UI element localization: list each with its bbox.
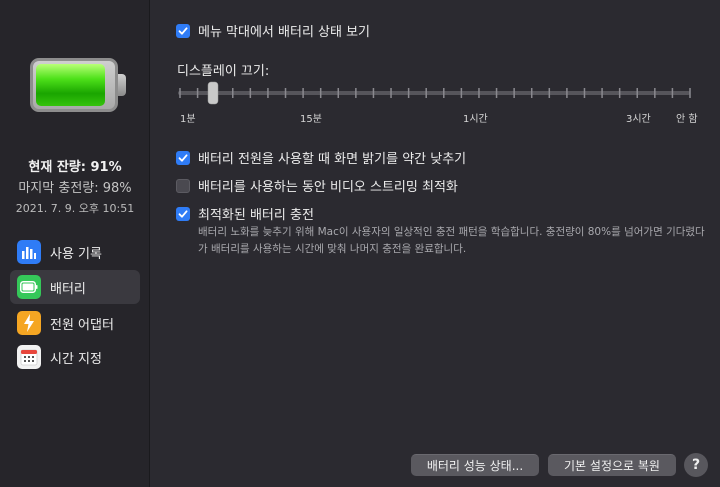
display-off-label: 디스플레이 끄기:	[177, 64, 270, 79]
sidebar-item-label: 배터리	[50, 281, 86, 297]
slider-tick	[618, 88, 621, 98]
slider-tick	[267, 88, 269, 98]
slider-tick	[319, 88, 322, 98]
slider-tick	[671, 88, 674, 98]
slider-tick	[583, 88, 586, 98]
show-in-menu-bar-checkbox[interactable]	[176, 23, 190, 38]
sidebar-item-battery[interactable]: 배터리	[10, 270, 140, 304]
tick-label-3hours: 3시간	[626, 114, 651, 125]
slider-track[interactable]	[178, 91, 690, 95]
slider-tick	[460, 88, 463, 98]
tick-label-never: 안 함	[676, 114, 698, 125]
optimize-video-checkbox[interactable]	[176, 178, 190, 193]
sidebar: 현재 잔량: 91% 마지막 충전량: 98% 2021. 7. 9. 오후 1…	[0, 0, 150, 487]
slider-tick	[548, 88, 551, 98]
checkmark-icon	[178, 26, 188, 35]
slider-tick	[179, 88, 181, 98]
tick-label-15min: 15분	[300, 114, 322, 125]
optimized-charging-checkbox[interactable]	[176, 206, 190, 221]
slider-tick	[654, 88, 656, 98]
last-charge-date: 2021. 7. 9. 오후 10:51	[15, 202, 135, 215]
slider-tick	[390, 88, 392, 98]
slider-tick	[355, 88, 357, 98]
battery-fill	[36, 64, 106, 106]
show-in-menu-bar-label: 메뉴 막대에서 배터리 상태 보기	[198, 25, 371, 40]
slider-tick	[407, 88, 410, 98]
slider-tick	[689, 88, 691, 98]
slider-thumb[interactable]	[207, 81, 219, 105]
optimized-charging-label: 최적화된 배터리 충전	[198, 208, 314, 223]
battery-body	[30, 58, 118, 112]
battery-icon	[17, 275, 41, 299]
slider-tick	[284, 88, 287, 98]
slider-tick	[214, 88, 216, 98]
dim-display-checkbox[interactable]	[176, 150, 190, 165]
sidebar-item-label: 전원 어댑터	[50, 317, 114, 333]
optimize-video-row[interactable]: 배터리를 사용하는 동안 비디오 스트리밍 최적화	[176, 176, 458, 195]
tick-label-1hour: 1시간	[463, 114, 488, 125]
slider-tick	[425, 88, 427, 98]
checkmark-icon	[178, 153, 188, 162]
slider-tick	[566, 88, 568, 98]
lightning-icon	[17, 311, 41, 335]
optimized-charging-description: 배터리 노화를 늦추기 위해 Mac이 사용자의 일상적인 충전 패턴을 학습합…	[198, 226, 705, 255]
slider-tick	[601, 88, 603, 98]
current-charge: 현재 잔량: 91%	[28, 160, 122, 175]
slider-tick	[302, 88, 304, 98]
slider-ticks	[179, 88, 691, 98]
checkmark-icon	[178, 209, 188, 218]
slider-tick	[443, 88, 445, 98]
battery-level-graphic	[30, 58, 130, 112]
slider-tick	[636, 88, 638, 98]
sidebar-item-label: 시간 지정	[50, 351, 102, 367]
sidebar-item-label: 사용 기록	[50, 246, 102, 262]
bar-chart-icon	[17, 240, 41, 264]
dim-display-row[interactable]: 배터리 전원을 사용할 때 화면 밝기를 약간 낮추기	[176, 148, 466, 167]
slider-tick	[232, 88, 234, 98]
restore-defaults-button[interactable]: 기본 설정으로 복원	[548, 454, 676, 476]
tick-label-1min: 1분	[180, 114, 196, 125]
optimized-charging-row[interactable]: 최적화된 배터리 충전	[176, 204, 314, 223]
slider-tick	[372, 88, 375, 98]
optimize-video-label: 배터리를 사용하는 동안 비디오 스트리밍 최적화	[198, 180, 458, 195]
slider-tick	[337, 88, 340, 98]
battery-terminal	[118, 74, 126, 96]
calendar-icon	[17, 345, 41, 369]
slider-tick	[495, 88, 498, 98]
slider-tick	[530, 88, 533, 98]
battery-health-button[interactable]: 배터리 성능 상태...	[411, 454, 539, 476]
slider-tick	[249, 88, 252, 98]
sidebar-item-power-adapter[interactable]: 전원 어댑터	[10, 306, 140, 340]
slider-tick	[513, 88, 515, 98]
sidebar-item-usage-history[interactable]: 사용 기록	[10, 235, 140, 269]
show-in-menu-bar-row[interactable]: 메뉴 막대에서 배터리 상태 보기	[176, 21, 370, 40]
sidebar-item-schedule[interactable]: 시간 지정	[10, 340, 140, 374]
slider-tick	[196, 88, 199, 98]
slider-tick	[478, 88, 480, 98]
dim-display-label: 배터리 전원을 사용할 때 화면 밝기를 약간 낮추기	[198, 152, 467, 167]
last-charge: 마지막 충전량: 98%	[18, 181, 132, 196]
help-button[interactable]: ?	[684, 453, 708, 477]
